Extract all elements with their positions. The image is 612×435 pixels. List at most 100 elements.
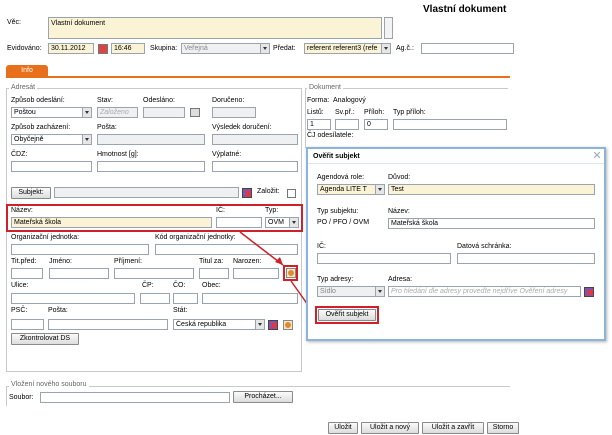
ulice-field[interactable] xyxy=(11,293,135,304)
psc-field[interactable] xyxy=(11,319,44,330)
stat-select[interactable]: Česká republika xyxy=(173,319,265,330)
overit-subjekt-button[interactable]: Ověřit subjekt xyxy=(318,309,376,321)
typ-priloh-field[interactable] xyxy=(393,119,507,130)
date-field[interactable]: 30.11.2012 xyxy=(48,43,94,54)
dialog-title: Ověřit subjekt xyxy=(313,153,360,160)
typ-priloh-label: Typ příloh: xyxy=(393,109,426,116)
skupina-value: Veřejná xyxy=(184,45,208,52)
chevron-down-icon xyxy=(82,108,91,117)
posta2-label: Pošta: xyxy=(48,307,68,314)
priloh-label: Příloh: xyxy=(364,109,385,116)
posta-field xyxy=(97,134,205,145)
agendova-role-select[interactable]: Agenda LITE T xyxy=(317,184,385,195)
ulozit-button[interactable]: Uložit xyxy=(328,422,358,434)
vyplatne-label: Výplatné: xyxy=(212,151,242,158)
storno-button[interactable]: Storno xyxy=(487,422,519,434)
hmotnost-label: Hmotnost [g]: xyxy=(97,151,139,158)
obec-field[interactable] xyxy=(202,293,298,304)
predat-select[interactable]: referent referent3 (refe xyxy=(304,43,391,54)
close-icon[interactable]: ✕ xyxy=(592,151,602,162)
search-icon[interactable] xyxy=(286,268,296,278)
forma-value: Analogový xyxy=(333,97,366,104)
zpusob-zachazeni-value: Obyčejně xyxy=(14,136,44,143)
zalozit-label: Založit: xyxy=(257,188,280,195)
prijmeni-field[interactable] xyxy=(114,268,194,279)
zpusob-zachazeni-select[interactable]: Obyčejně xyxy=(11,134,92,145)
psc-label: PSČ: xyxy=(11,307,28,314)
predat-value: referent referent3 (refe xyxy=(307,45,378,52)
prochazet-button[interactable]: Procházet... xyxy=(233,391,293,403)
jmeno-field[interactable] xyxy=(49,268,109,279)
titul-za-field[interactable] xyxy=(199,268,229,279)
typ-select[interactable]: OVM xyxy=(265,217,299,228)
tit-pred-label: Tit.před: xyxy=(11,258,37,265)
posta2-field[interactable] xyxy=(48,319,168,330)
agc-field[interactable] xyxy=(421,43,514,54)
datova-schranka-label: Datová schránka: xyxy=(457,243,512,250)
ulozit-zavrit-button[interactable]: Uložit a zavřít xyxy=(422,422,484,434)
cp-field[interactable] xyxy=(140,293,170,304)
adresa-label: Adresa: xyxy=(388,276,413,283)
adresat-title: Adresát xyxy=(9,84,38,91)
co-field[interactable] xyxy=(173,293,198,304)
stav-field: Založeno xyxy=(97,107,138,118)
datova-schranka-field[interactable] xyxy=(457,253,595,264)
vyplatne-field[interactable] xyxy=(212,161,298,172)
evidovano-label: Evidováno: xyxy=(7,45,42,52)
subjekt-button[interactable]: Subjekt: xyxy=(11,187,51,199)
doruceno-label: Doručeno: xyxy=(212,97,245,104)
posta-label: Pošta: xyxy=(97,124,117,131)
agendova-role-label: Agendová role: xyxy=(317,174,365,181)
typ-adresy-select: Sídlo xyxy=(317,286,385,297)
kod-org-field[interactable] xyxy=(155,244,298,255)
ic-field[interactable] xyxy=(216,217,262,228)
org-jednotka-label: Organizační jednotka: xyxy=(11,234,80,241)
cdz-label: ČDZ: xyxy=(11,151,28,158)
duvod-label: Důvod: xyxy=(388,174,411,181)
zpusob-odeslani-label: Způsob odeslání: xyxy=(11,97,65,104)
skupina-select[interactable]: Veřejná xyxy=(181,43,270,54)
clear-icon[interactable] xyxy=(584,287,594,297)
ulice-label: Ulice: xyxy=(11,282,29,289)
co-label: ČO: xyxy=(173,282,186,289)
zalozit-checkbox[interactable] xyxy=(287,189,296,198)
chevron-down-icon xyxy=(375,185,384,194)
cp-label: ČP: xyxy=(142,282,154,289)
hmotnost-field[interactable] xyxy=(97,161,205,172)
kod-org-label: Kód organizační jednotky: xyxy=(155,234,236,241)
dialog-ic-field[interactable] xyxy=(317,253,451,264)
typ-adresy-label: Typ adresy: xyxy=(317,276,354,283)
vec-field[interactable]: Vlastní dokument xyxy=(48,17,382,39)
nazev-field[interactable]: Mateřská škola xyxy=(11,217,212,228)
ulozit-novy-button[interactable]: Uložit a nový xyxy=(361,422,419,434)
overit-subjekt-dialog: Ověřit subjekt ✕ Agendová role: Agenda L… xyxy=(306,147,606,341)
skupina-label: Skupina: xyxy=(150,45,178,52)
narozen-field[interactable] xyxy=(233,268,279,279)
dialog-nazev-field[interactable]: Mateřská škola xyxy=(388,218,595,229)
vec-scrollbar[interactable] xyxy=(384,17,393,39)
sv-pr-field[interactable] xyxy=(335,119,359,130)
search-icon[interactable] xyxy=(283,320,293,330)
org-jednotka-field[interactable] xyxy=(11,244,149,255)
doruceno-field xyxy=(212,107,256,118)
stat-value: Česká republika xyxy=(176,321,227,328)
adresa-field[interactable]: Pro hledání dle adresy proveďte nejdříve… xyxy=(388,286,581,297)
zpusob-odeslani-select[interactable]: Poštou xyxy=(11,107,92,118)
cdz-field[interactable] xyxy=(11,161,92,172)
obec-label: Obec: xyxy=(202,282,221,289)
priloh-field[interactable]: 0 xyxy=(364,119,388,130)
clear-icon[interactable] xyxy=(268,320,278,330)
listu-field[interactable]: 1 xyxy=(307,119,331,130)
vysledek-field xyxy=(212,134,298,145)
clear-icon[interactable] xyxy=(242,188,252,198)
soubor-field[interactable] xyxy=(40,392,230,403)
duvod-field[interactable]: Test xyxy=(388,184,595,195)
zkontrolovat-ds-button[interactable]: Zkontrolovat DS xyxy=(11,333,79,345)
odeslano-label: Odesláno: xyxy=(143,97,175,104)
jmeno-label: Jméno: xyxy=(49,258,72,265)
chevron-down-icon xyxy=(255,320,264,329)
calendar-icon[interactable] xyxy=(190,108,200,117)
tit-pred-field[interactable] xyxy=(11,268,43,279)
calendar-icon[interactable] xyxy=(98,44,108,54)
time-field[interactable]: 16:46 xyxy=(111,43,145,54)
